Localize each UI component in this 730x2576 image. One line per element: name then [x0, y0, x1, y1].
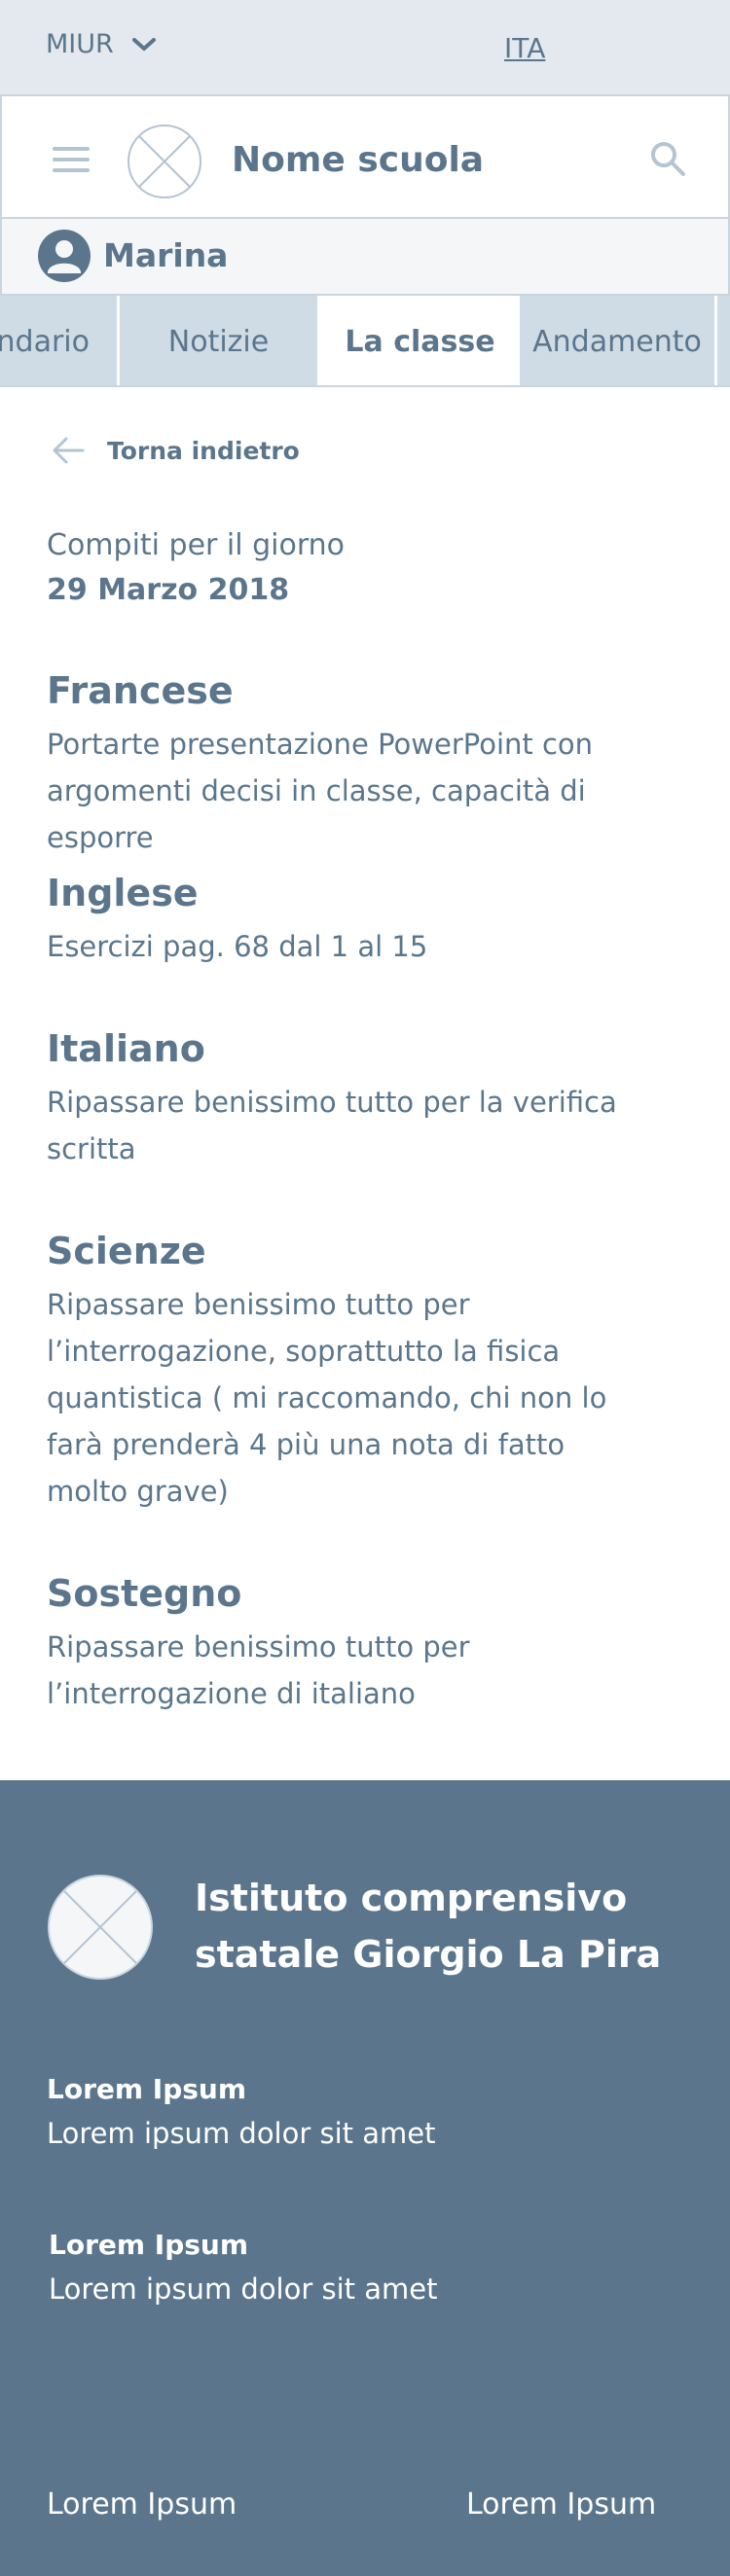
tab-la-classe[interactable]: La classe — [320, 296, 520, 385]
subject-text: Ripassare benissimo tutto per l’interrog… — [47, 1288, 607, 1508]
user-bar: Marina — [0, 219, 730, 294]
subject-scienze: Scienze Ripassare benissimo tutto per l’… — [47, 1229, 631, 1515]
tab-andamento[interactable]: Andamento — [520, 296, 717, 385]
site-header: Nome scuola — [0, 94, 730, 219]
footer-link[interactable]: Lorem Ipsum — [47, 2487, 237, 2522]
footer-info-block: Lorem Ipsum Lorem ipsum dolor sit amet — [49, 2224, 438, 2311]
search-icon[interactable] — [648, 139, 687, 178]
logo-placeholder-icon — [48, 1875, 153, 1980]
chevron-down-icon — [131, 37, 156, 51]
subject-text: Portarte presentazione PowerPoint con ar… — [47, 728, 594, 854]
org-selector[interactable]: MIUR — [46, 29, 157, 59]
footer-block-heading: Lorem Ipsum — [49, 2229, 249, 2261]
section-tabs: Calendario Notizie La classe Andamento — [0, 294, 730, 387]
site-footer: Istituto comprensivo statale Giorgio La … — [0, 1780, 730, 2576]
arrow-left-icon — [53, 437, 85, 464]
tab-notizie[interactable]: Notizie — [120, 296, 320, 385]
logo-placeholder-icon — [128, 125, 201, 198]
footer-block-heading: Lorem Ipsum — [47, 2073, 247, 2105]
subject-italiano: Italiano Ripassare benissimo tutto per l… — [47, 1026, 631, 1172]
subject-text: Esercizi pag. 68 dal 1 al 15 — [47, 930, 428, 963]
subject-text: Ripassare benissimo tutto per l’interrog… — [47, 1630, 470, 1710]
top-bar: MIUR ITA — [0, 0, 730, 94]
footer-block-text: Lorem ipsum dolor sit amet — [47, 2117, 436, 2150]
footer-block-text: Lorem ipsum dolor sit amet — [49, 2272, 438, 2306]
org-label: MIUR — [46, 29, 114, 59]
subject-title: Francese — [47, 669, 234, 712]
footer-info-block: Lorem Ipsum Lorem ipsum dolor sit amet — [47, 2068, 436, 2156]
subject-text: Ripassare benissimo tutto per la verific… — [47, 1086, 617, 1165]
subject-title: Inglese — [47, 872, 199, 914]
footer-institute-name: Istituto comprensivo statale Giorgio La … — [195, 1877, 662, 1976]
tab-calendario[interactable]: Calendario — [0, 296, 120, 385]
subject-title: Scienze — [47, 1230, 206, 1272]
homework-date: 29 Marzo 2018 — [47, 573, 290, 607]
back-label: Torna indietro — [107, 436, 300, 465]
subject-title: Sostegno — [47, 1572, 242, 1615]
user-avatar-icon[interactable] — [37, 229, 91, 283]
subject-inglese: Inglese Esercizi pag. 68 dal 1 al 15 — [47, 871, 670, 970]
subject-francese: Francese Portarte presentazione PowerPoi… — [47, 668, 670, 861]
back-link[interactable]: Torna indietro — [51, 436, 300, 465]
subject-sostegno: Sostegno Ripassare benissimo tutto per l… — [47, 1571, 485, 1717]
language-selector[interactable]: ITA — [504, 32, 545, 64]
tab-next[interactable] — [717, 296, 730, 385]
subject-title: Italiano — [47, 1027, 205, 1070]
hamburger-menu-icon[interactable] — [53, 147, 90, 172]
school-name[interactable]: Nome scuola — [232, 140, 484, 180]
footer-link[interactable]: Lorem Ipsum — [466, 2487, 656, 2522]
homework-label: Compiti per il giorno — [47, 528, 346, 562]
user-name[interactable]: Marina — [103, 236, 228, 274]
